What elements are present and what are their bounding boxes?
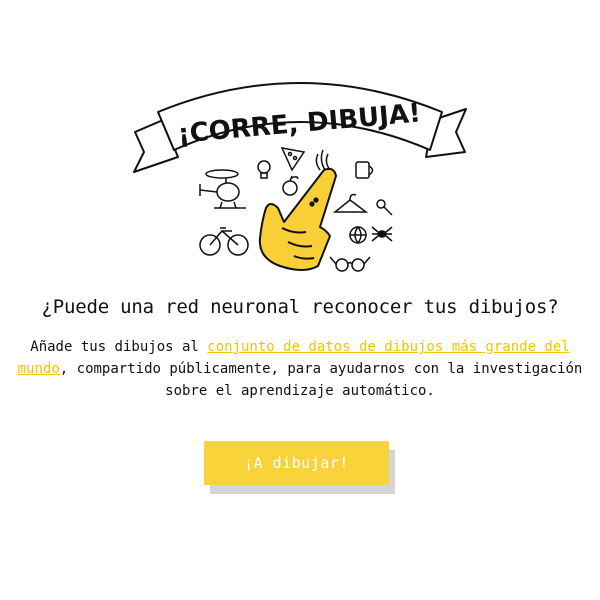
- pizza-icon: [280, 147, 306, 172]
- pointing-hand-icon: [258, 167, 337, 271]
- hero-illustration: ¡CORRE, DIBUJA!: [130, 62, 470, 287]
- pushpin-icon: [376, 199, 393, 216]
- description-line-1: Añade tus dibujos al conjunto de datos d…: [0, 336, 600, 358]
- lightbulb-icon: [257, 160, 271, 179]
- description-suffix: , compartido públicamente, para ayudarno…: [59, 361, 583, 377]
- description: Añade tus dibujos al conjunto de datos d…: [0, 336, 600, 402]
- bicycle-icon: [199, 227, 249, 256]
- eyeglasses-icon: [329, 256, 371, 272]
- steam-icon: [315, 149, 331, 171]
- description-prefix: Añade tus dibujos al: [30, 339, 208, 355]
- page-headline: ¿Puede una red neuronal reconocer tus di…: [41, 296, 559, 318]
- description-line-2: mundo, compartido públicamente, para ayu…: [0, 358, 600, 380]
- apple-icon: [282, 175, 299, 196]
- helicopter-icon: [199, 169, 246, 209]
- description-line-3: sobre el aprendizaje automático.: [165, 383, 435, 399]
- basketball-icon: [349, 226, 367, 244]
- spider-icon: [371, 226, 393, 242]
- mug-icon: [355, 161, 374, 179]
- dataset-link-continued[interactable]: mundo: [18, 361, 60, 377]
- hanger-icon: [332, 193, 369, 213]
- dataset-link[interactable]: conjunto de datos de dibujos más grande …: [207, 339, 569, 355]
- start-drawing-button[interactable]: ¡A dibujar!: [204, 441, 389, 485]
